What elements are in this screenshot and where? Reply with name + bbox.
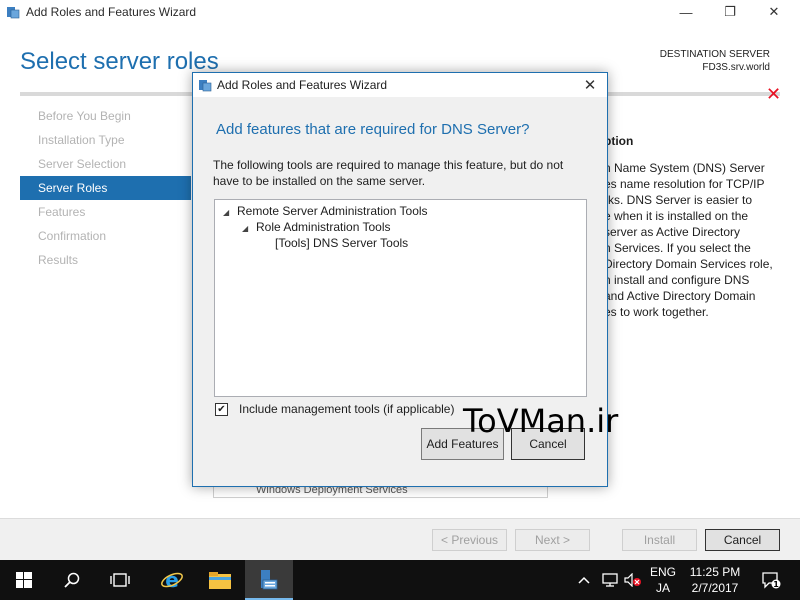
dialog-heading: Add features that are required for DNS S… [216,121,530,138]
error-x-icon[interactable]: ✕ [766,84,781,105]
destination-label: DESTINATION SERVER [659,49,770,60]
network-tray-button[interactable] [602,560,620,600]
svg-text:e: e [165,568,179,592]
internet-explorer-button[interactable]: e [148,560,196,600]
volume-muted-icon [624,573,641,587]
step-server-roles[interactable]: Server Roles [20,176,191,200]
next-button[interactable]: Next > [515,529,590,551]
expanded-triangle-icon[interactable]: ◢ [242,224,250,233]
include-tools-checkbox[interactable]: ✔ [215,402,228,416]
dialog-close-button[interactable]: ✕ [573,73,607,97]
step-before-you-begin[interactable]: Before You Begin [20,104,191,128]
folder-icon [209,572,231,589]
destination-server-name: FD3S.srv.world [702,62,770,73]
wizard-steps: Before You Begin Installation Type Serve… [20,104,191,272]
description-line: and Active Directory Domain [604,289,756,303]
start-button[interactable] [0,560,48,600]
minimize-button[interactable]: — [664,0,708,24]
page-title: Select server roles [20,48,219,75]
keyboard-code: JA [655,581,670,595]
dialog-title-bar: Add Roles and Features Wizard ✕ [193,73,607,97]
description-line: n install and configure DNS [604,273,750,287]
step-server-selection[interactable]: Server Selection [20,152,191,176]
notification-count: 1 [773,580,779,589]
description-line: es to work together. [604,305,709,319]
tree-node-role-admin-tools[interactable]: ◢ Role Administration Tools [242,220,391,234]
description-line: rks. DNS Server is easier to [604,193,753,207]
taskbar: e ENG JA 11:25 PM 2/7/2017 1 [0,560,800,600]
step-confirmation[interactable]: Confirmation [20,224,191,248]
windows-logo-icon [16,572,32,588]
wizard-title-bar: Add Roles and Features Wizard — ❐ ✕ [0,0,800,24]
wizard-footer: < Previous Next > Install Cancel [0,518,800,560]
clock-time: 11:25 PM [689,565,741,579]
server-manager-icon [199,80,212,92]
tree-node-label: Remote Server Administration Tools [237,204,428,218]
previous-button[interactable]: < Previous [432,529,507,551]
watermark-text: ToVMan.ir [463,402,619,440]
network-icon [602,573,618,587]
description-line: e when it is installed on the [604,209,749,223]
show-hidden-icons-button[interactable] [578,560,596,600]
language-code: ENG [649,565,676,579]
step-installation-type[interactable]: Installation Type [20,128,191,152]
install-button[interactable]: Install [622,529,697,551]
system-clock[interactable]: 11:25 PM 2/7/2017 [680,564,750,596]
description-line: es name resolution for TCP/IP [604,177,765,191]
tree-node-label: [Tools] DNS Server Tools [275,236,409,250]
description-line: server as Active Directory [604,225,741,239]
include-tools-label: Include management tools (if applicable) [239,402,455,416]
description-line: n Services. If you select the [604,241,751,255]
description-body: n Name System (DNS) Server es name resol… [604,160,776,320]
chevron-up-icon [578,576,590,584]
tree-node-dns-server-tools[interactable]: [Tools] DNS Server Tools [275,236,408,250]
notification-icon: 1 [762,572,781,589]
description-line: Directory Domain Services role, [604,257,773,271]
internet-explorer-icon: e [161,568,183,592]
search-button[interactable] [48,560,96,600]
input-language-indicator[interactable]: ENG JA [648,564,678,596]
wizard-cancel-button[interactable]: Cancel [705,529,780,551]
expanded-triangle-icon[interactable]: ◢ [223,208,231,217]
description-title: ption [604,134,634,148]
window-title: Add Roles and Features Wizard [26,5,197,19]
clock-date: 2/7/2017 [691,581,739,595]
action-center-button[interactable]: 1 [758,560,784,600]
file-explorer-button[interactable] [196,560,244,600]
maximize-button[interactable]: ❐ [708,0,752,24]
tree-node-label: Role Administration Tools [256,220,391,234]
search-icon [64,572,80,588]
task-view-button[interactable] [96,560,144,600]
destination-server: DESTINATION SERVER FD3S.srv.world [660,48,770,74]
task-view-icon [110,573,130,587]
server-manager-taskbar-button[interactable] [245,560,293,600]
volume-tray-button[interactable] [624,560,644,600]
description-line: n Name System (DNS) Server [604,161,765,175]
required-features-tree[interactable]: ◢ Remote Server Administration Tools ◢ Rol… [214,199,587,397]
dialog-title: Add Roles and Features Wizard [217,78,388,92]
step-features[interactable]: Features [20,200,191,224]
tree-node-rsat[interactable]: ◢ Remote Server Administration Tools [223,204,428,218]
server-manager-icon [261,570,278,590]
include-tools-row[interactable]: ✔ Include management tools (if applicabl… [215,402,454,416]
dialog-description: The following tools are required to mana… [213,158,564,188]
server-manager-icon [7,7,20,19]
step-results[interactable]: Results [20,248,191,272]
close-button[interactable]: ✕ [752,0,796,24]
